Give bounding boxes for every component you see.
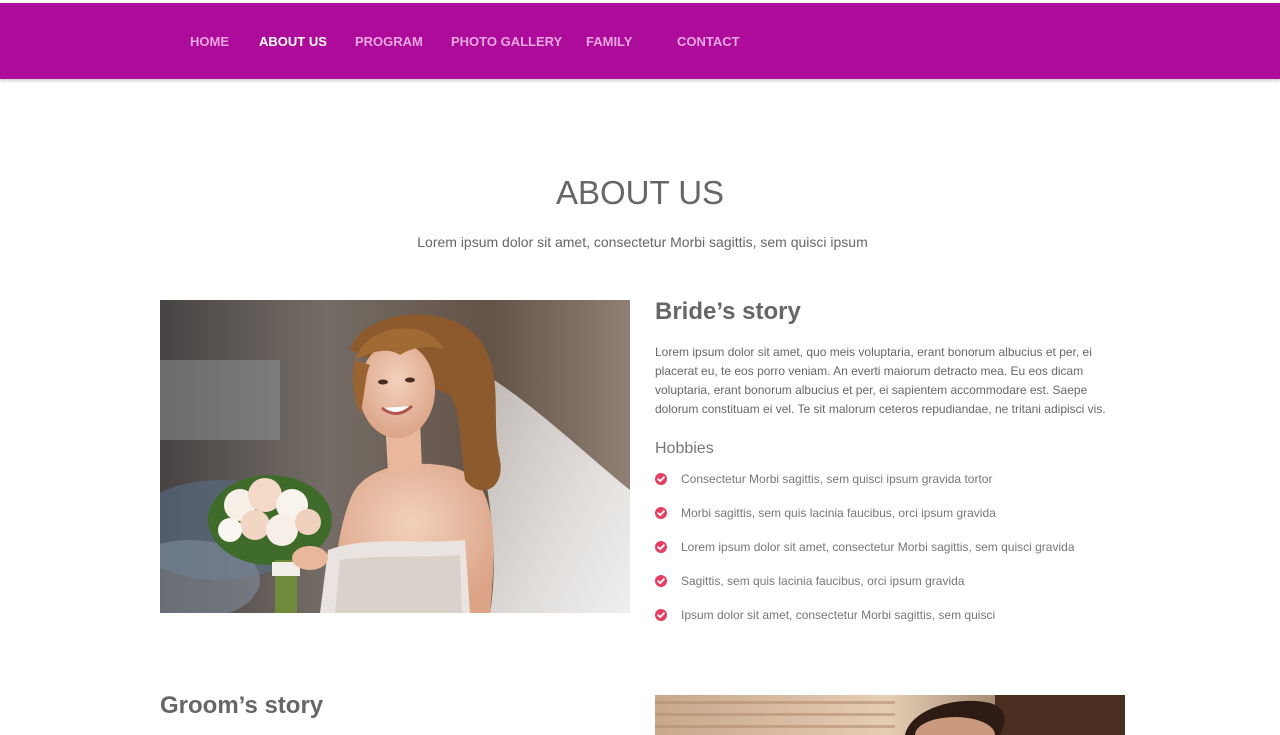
- check-circle-icon: [655, 575, 667, 587]
- page-subtitle: Lorem ipsum dolor sit amet, consectetur …: [417, 234, 868, 250]
- check-circle-icon: [655, 609, 667, 621]
- page-title: ABOUT US: [555, 174, 725, 211]
- hobby-text: Consectetur Morbi sagittis, sem quisci i…: [681, 472, 993, 486]
- bride-photo: [160, 300, 630, 613]
- nav-photo-gallery[interactable]: PHOTO GALLERY: [451, 34, 562, 49]
- hobbies-heading: Hobbies: [655, 440, 714, 457]
- hobby-text: Lorem ipsum dolor sit amet, consectetur …: [681, 540, 1075, 554]
- nav-program[interactable]: PROGRAM: [355, 34, 423, 49]
- nav-about-us[interactable]: ABOUT US: [259, 34, 327, 49]
- hobby-text: Morbi sagittis, sem quis lacinia faucibu…: [681, 506, 996, 520]
- bride-story-text: Lorem ipsum dolor sit amet, quo meis vol…: [655, 345, 1106, 416]
- check-circle-icon: [655, 507, 667, 519]
- hobby-text: Ipsum dolor sit amet, consectetur Morbi …: [681, 608, 996, 622]
- main-navbar: HOME ABOUT US PROGRAM PHOTO GALLERY FAMI…: [0, 3, 1280, 79]
- groom-story-heading: Groom’s story: [160, 692, 324, 719]
- check-circle-icon: [655, 541, 667, 553]
- nav-home[interactable]: HOME: [190, 34, 229, 49]
- nav-contact[interactable]: CONTACT: [677, 34, 740, 49]
- bride-story-heading: Bride’s story: [655, 298, 801, 325]
- groom-photo: [655, 695, 1125, 735]
- hobby-text: Sagittis, sem quis lacinia faucibus, orc…: [681, 574, 965, 588]
- check-circle-icon: [655, 473, 667, 485]
- nav-family[interactable]: FAMILY: [586, 34, 632, 49]
